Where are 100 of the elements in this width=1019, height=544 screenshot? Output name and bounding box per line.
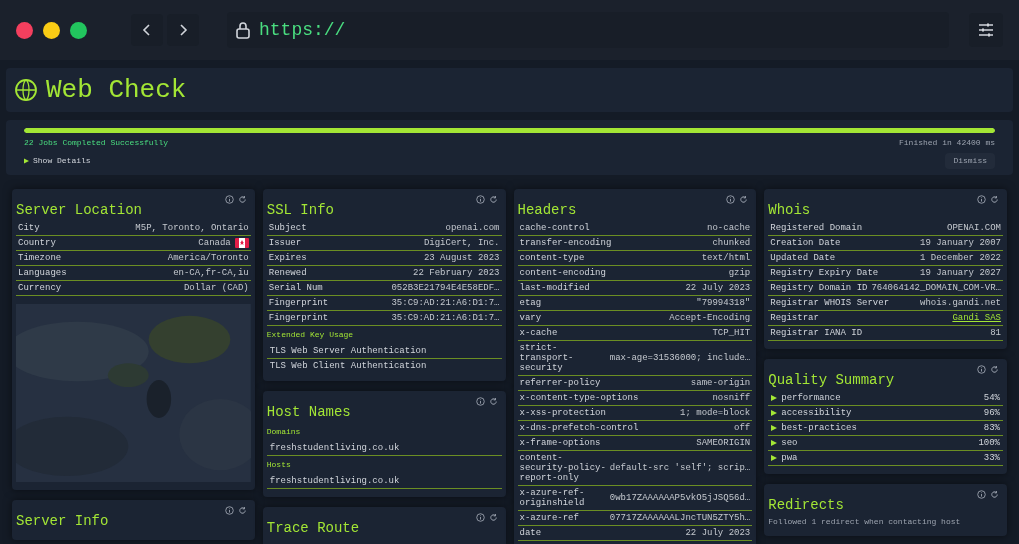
score-value: 83% [983,423,1000,433]
row-label: cache-control [519,223,590,233]
row-label: x-dns-prefetch-control [519,423,639,433]
card-title: Quality Summary [768,371,895,389]
row-value: 23 August 2023 [423,253,500,263]
info-icon[interactable] [977,490,986,499]
row-value: same-origin [690,378,751,388]
score-row[interactable]: performance 54% [768,391,1003,406]
close-window-icon[interactable] [16,21,33,39]
address-bar[interactable]: https:// [227,12,949,48]
score-value: 54% [983,393,1000,403]
refresh-icon[interactable] [488,195,498,204]
back-button[interactable] [131,14,163,46]
refresh-icon[interactable] [488,513,498,522]
row-label: Registered Domain [770,223,863,233]
row-label: x-azure-ref [519,513,579,523]
row-label: Country [18,238,56,248]
score-label: seo [781,438,798,448]
row-value: text/html [701,253,751,263]
row-label: Registry Expiry Date [770,268,879,278]
section-heading: Extended Key Usage [266,329,355,341]
info-icon[interactable] [224,506,234,515]
score-row[interactable]: accessibility 96% [768,406,1003,421]
score-row[interactable]: pwa 33% [768,451,1003,466]
url-text: https:// [259,18,346,42]
minimize-window-icon[interactable] [43,21,60,39]
info-icon[interactable] [977,365,986,374]
info-icon[interactable] [475,397,485,406]
row-value: 0wb17ZAAAAAAP5vkO5jJSQ56d… [609,493,751,503]
row-label: content-encoding [519,268,606,278]
row-value: nosniff [712,393,751,403]
row-label: vary [519,313,542,323]
info-icon[interactable] [224,195,234,204]
settings-button[interactable] [969,13,1003,47]
list-item: freshstudentliving.co.uk [266,474,502,489]
row-label: x-xss-protection [519,408,606,418]
row-label: date [519,528,542,538]
row-label: x-cache [519,328,558,338]
row-label: Currency [18,283,62,293]
info-icon[interactable] [726,195,736,204]
score-value: 100% [978,438,1000,448]
refresh-icon[interactable] [990,195,999,204]
row-label: content-type [519,253,585,263]
chevron-right-icon [178,24,188,36]
row-value: 19 January 2007 [920,238,1001,248]
row-value: OPENAI.COM [947,223,1001,233]
row-value: no-cache [707,223,751,233]
info-icon[interactable] [977,195,986,204]
elapsed-time: Finished in 42400 ms [899,137,995,149]
row-label: referrer-policy [519,378,601,388]
score-row[interactable]: seo 100% [768,436,1003,451]
forward-button[interactable] [167,14,199,46]
row-value: max-age=31536000; include… [609,353,751,363]
row-value: 052B3E21794E4E58EDF… [391,283,500,293]
chevron-left-icon [142,24,152,36]
refresh-icon[interactable] [990,365,999,374]
score-label: performance [781,393,841,403]
row-value: whois.gandi.net [920,298,1001,308]
row-value: 22 July 2023 [685,528,751,538]
refresh-icon[interactable] [237,506,247,515]
list-item: TLS Web Client Authentication [268,360,428,373]
registrar-link[interactable]: Gandi SAS [952,313,1001,323]
row-value: 35:C9:AD:21:A6:D1:7… [391,313,500,323]
row-value: chunked [712,238,751,248]
dismiss-button[interactable]: Dismiss [945,153,995,169]
row-value: SAMEORIGIN [696,438,751,448]
section-heading: Hosts [266,459,292,471]
row-label: Updated Date [770,253,836,263]
row-label: Registrar WHOIS Server [770,298,890,308]
row-label: Timezone [18,253,62,263]
refresh-icon[interactable] [739,195,749,204]
globe-icon [14,78,38,102]
score-row[interactable]: best-practices 83% [768,421,1003,436]
section-heading: Domains [266,426,302,438]
row-label: strict-transport-security [519,343,575,373]
info-icon[interactable] [475,513,485,522]
card-title: SSL Info [266,201,334,219]
score-value: 33% [983,453,1000,463]
list-item: freshstudentliving.co.uk [266,441,502,456]
row-value: Canada [198,238,231,248]
list-item: TLS Web Server Authentication [266,344,502,359]
info-icon[interactable] [475,195,485,204]
card-title: Server Location [16,201,143,219]
row-value: gzip [728,268,751,278]
refresh-icon[interactable] [990,490,999,499]
app-title: Web Check [46,73,187,107]
row-label: content-security-policy-report-only [519,453,607,483]
score-label: best-practices [781,423,857,433]
show-details-toggle[interactable]: Show Details [24,155,91,167]
row-value: 1 December 2022 [920,253,1001,263]
row-value: Accept-Encoding [669,313,751,323]
maximize-window-icon[interactable] [70,21,87,39]
refresh-icon[interactable] [488,397,498,406]
refresh-icon[interactable] [237,195,247,204]
card-title: Redirects [768,496,844,514]
row-label: x-frame-options [519,438,601,448]
row-label: etag [519,298,542,308]
card-title: Server Info [16,512,109,530]
card-title: Whois [768,201,811,219]
sliders-icon [978,23,994,37]
